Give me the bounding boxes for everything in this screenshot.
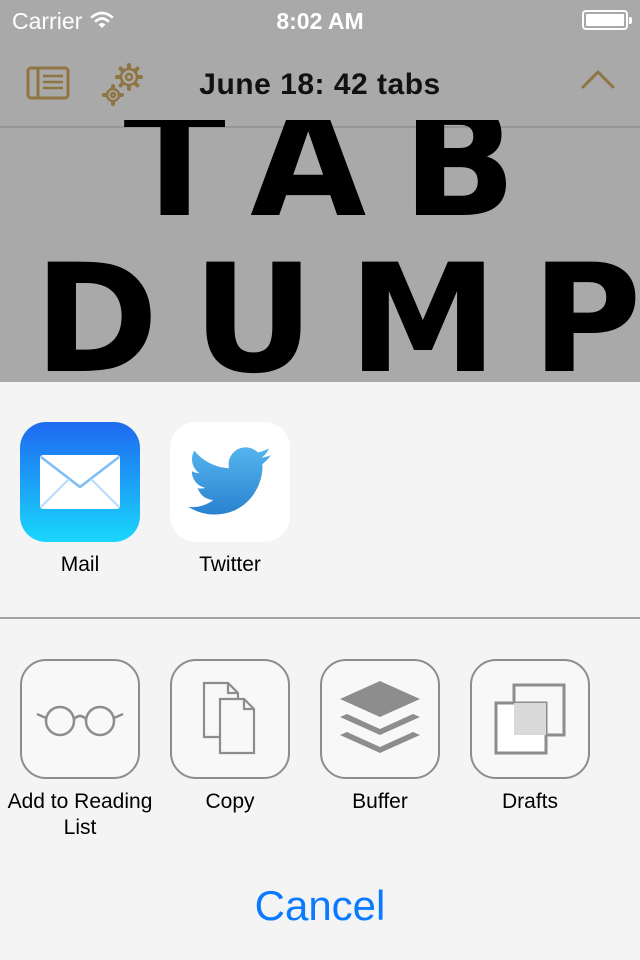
action-label: Buffer — [352, 790, 408, 813]
divider — [0, 617, 640, 619]
action-add-to-reading-list[interactable]: Add to Reading List — [5, 659, 155, 841]
action-label: Add to Reading List — [7, 790, 153, 839]
status-bar: Carrier 8:02 AM — [0, 0, 640, 40]
share-app-mail[interactable]: Mail — [5, 422, 155, 578]
share-app-label: Mail — [60, 553, 100, 576]
twitter-bird-icon — [170, 422, 290, 542]
hero-title-line2: DUMP — [34, 233, 640, 383]
action-label: Drafts — [501, 790, 558, 813]
action-buffer[interactable]: Buffer — [305, 659, 455, 815]
article-hero: TAB DUMP — [0, 120, 640, 382]
share-sheet: Mail Twitter Add to Reading List Copy Bu… — [0, 382, 640, 960]
action-drafts[interactable]: Drafts — [455, 659, 605, 815]
page-title: June 18: 42 tabs — [199, 68, 441, 101]
action-copy[interactable]: Copy — [155, 659, 305, 815]
battery-icon — [582, 10, 632, 30]
glasses-icon — [20, 659, 140, 779]
clock: 8:02 AM — [276, 8, 364, 34]
hero-title-line1: TAB — [123, 120, 553, 251]
drafts-icon — [470, 659, 590, 779]
buffer-icon — [320, 659, 440, 779]
chevron-up-icon[interactable] — [580, 68, 616, 95]
action-label: Copy — [205, 790, 255, 813]
cancel-button[interactable]: Cancel — [0, 882, 640, 930]
nav-bar: June 18: 42 tabs — [0, 40, 640, 128]
copy-icon — [170, 659, 290, 779]
share-app-twitter[interactable]: Twitter — [155, 422, 305, 578]
share-app-label: Twitter — [199, 553, 261, 576]
mail-icon — [20, 422, 140, 542]
